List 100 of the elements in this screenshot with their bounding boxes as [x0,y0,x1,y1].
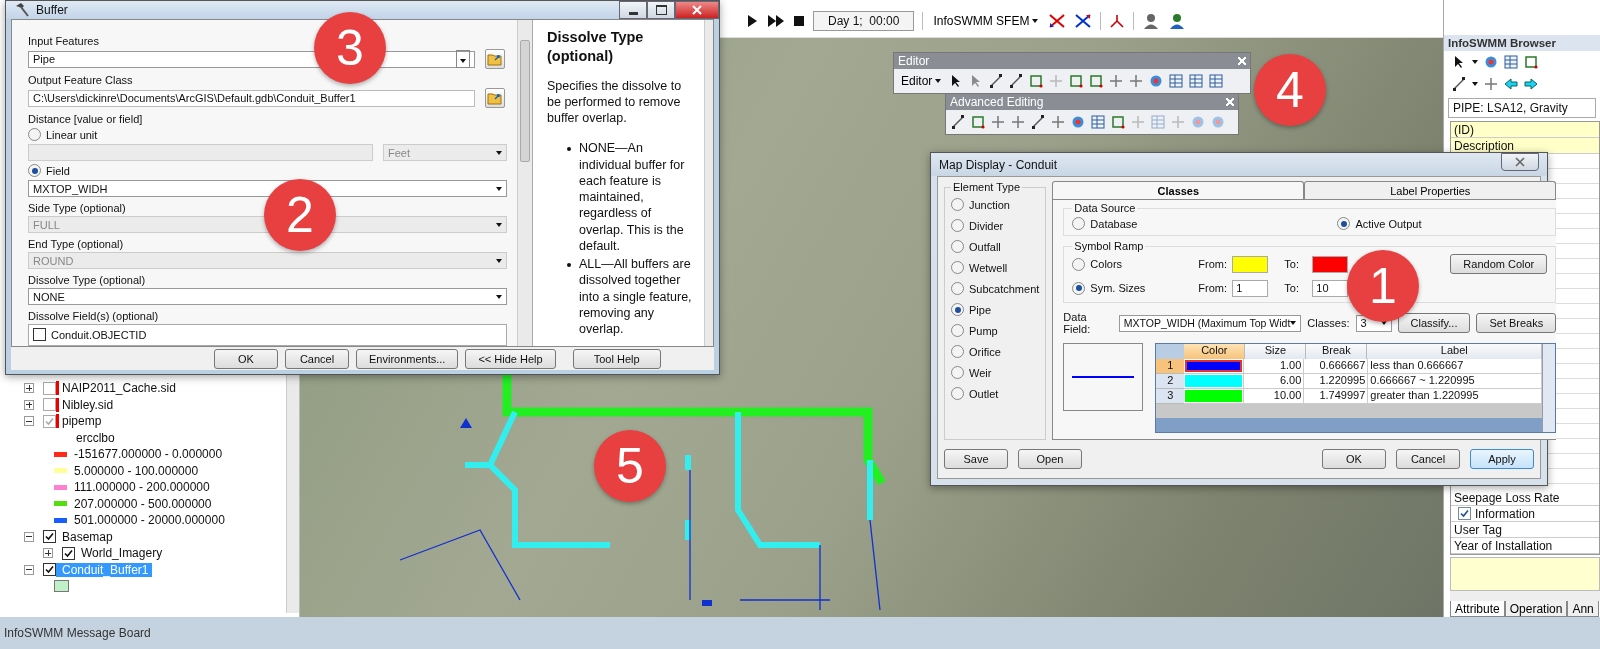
line-icon[interactable] [951,115,965,129]
table-icon[interactable] [1169,74,1184,88]
layer-name[interactable]: pipemp [56,414,105,429]
dialog-button[interactable]: OK [1322,449,1386,469]
radio-button[interactable] [951,282,964,295]
radio-button[interactable] [951,240,964,253]
color-swatch[interactable] [1185,375,1243,387]
tab[interactable]: Label Properties [1304,181,1557,199]
person-icon[interactable] [1142,11,1161,30]
column-header[interactable]: Size [1245,344,1307,359]
cross-icon[interactable] [1129,74,1144,88]
checkbox[interactable] [43,530,56,544]
set-breaks-button[interactable]: Set Breaks [1476,313,1557,333]
tab[interactable]: Attribute [1450,601,1505,617]
scrollbar[interactable] [1450,591,1600,601]
line-icon[interactable] [989,74,1004,88]
browse-button[interactable] [485,88,505,108]
property-row[interactable]: Seepage Loss Rate [1451,490,1599,506]
classify-button[interactable]: Classify... [1397,313,1471,333]
caret-icon[interactable] [1472,82,1478,86]
circle-icon[interactable] [1484,55,1498,69]
cross-icon[interactable] [1051,115,1065,129]
polygon-icon[interactable] [1069,74,1084,88]
radio-button[interactable] [951,198,964,211]
radio-button[interactable] [951,219,964,232]
polygon-icon[interactable] [971,115,985,129]
color-swatch[interactable] [1312,255,1349,273]
right-arrow-icon[interactable] [1524,78,1538,90]
radio-button[interactable] [1072,217,1086,230]
browse-button[interactable] [485,49,505,69]
line-icon[interactable] [1009,74,1024,88]
circle-icon[interactable] [1149,74,1164,88]
checkbox[interactable] [1458,507,1471,520]
dialog-button[interactable]: Apply [1470,449,1534,469]
expand-icon[interactable] [43,548,53,559]
size-field[interactable]: 10 [1312,279,1349,297]
column-header[interactable]: Color [1184,344,1246,359]
property-row[interactable]: User Tag [1451,522,1599,538]
polygon-icon[interactable] [1029,74,1044,88]
radio-button[interactable] [951,387,964,400]
radio-button[interactable] [1337,217,1351,230]
tab[interactable]: Operation [1504,601,1568,617]
object-field[interactable]: PIPE: LSA12, Gravity [1448,98,1596,118]
dialog-button[interactable]: Cancel [1396,449,1460,469]
dialog-button[interactable]: Open [1018,449,1082,469]
layer-name[interactable]: NAIP2011_Cache.sid [56,381,179,396]
cross-icon[interactable] [1109,74,1124,88]
size-field[interactable]: 1 [1232,279,1269,297]
collapse-icon[interactable] [24,531,34,542]
data-field-dropdown[interactable]: MXTOP_WIDH (Maximum Top Widt [1118,314,1302,332]
close-button[interactable] [1501,153,1539,171]
polygon-icon[interactable] [1089,74,1104,88]
dropdown[interactable]: MXTOP_WIDH [28,180,507,197]
checkbox[interactable] [62,546,75,560]
dialog-button[interactable]: Environments... [356,348,459,369]
radio-button[interactable] [1072,281,1086,295]
editor-menu[interactable]: Editor [899,73,944,89]
color-swatch[interactable] [1185,360,1243,372]
scrollbar[interactable] [704,20,713,346]
left-arrow-icon[interactable] [1504,78,1518,90]
radio-button[interactable] [1072,257,1086,271]
crossed-arrows-icon[interactable] [1048,12,1067,29]
polygon-icon[interactable] [1111,115,1125,129]
network-icon[interactable] [1109,12,1126,29]
random-color-button[interactable]: Random Color [1450,254,1548,274]
radio-button[interactable] [28,128,41,141]
collapse-icon[interactable] [24,416,34,427]
column-header[interactable]: Label [1367,344,1543,359]
color-swatch[interactable] [1232,255,1269,273]
layer-name[interactable]: World_Imagery [75,546,166,561]
caret-icon[interactable] [1472,60,1478,64]
dialog-button[interactable]: << Hide Help [465,348,556,369]
property-row[interactable]: Year of Installation [1451,538,1599,554]
color-swatch[interactable] [1185,390,1243,402]
checkbox[interactable] [43,398,56,412]
table-icon[interactable] [1091,115,1105,129]
table-icon[interactable] [1189,74,1204,88]
tab[interactable]: Ann [1567,601,1599,617]
table-icon[interactable] [1209,74,1224,88]
property-row[interactable]: Description [1451,138,1599,154]
checkbox[interactable] [43,563,56,577]
expand-icon[interactable] [24,383,34,394]
radio-button[interactable] [28,164,41,177]
scrollbar[interactable] [286,375,299,613]
line-icon[interactable] [1452,77,1466,91]
time-field[interactable]: Day 1; 00:00 [813,10,915,31]
tab[interactable]: Classes [1052,181,1305,199]
scrollbar[interactable] [1156,418,1543,432]
collapse-icon[interactable] [24,564,34,575]
fast-forward-icon[interactable] [767,13,785,28]
scrollbar[interactable] [1542,344,1556,432]
maximize-button[interactable] [647,1,675,19]
dialog-button[interactable]: Save [944,449,1008,469]
layer-name[interactable]: Basemap [56,529,116,544]
radio-button[interactable] [951,366,964,379]
row-header[interactable]: 2 [1156,374,1185,389]
radio-button[interactable] [951,303,964,316]
dialog-button[interactable]: Cancel [285,348,349,369]
stop-icon[interactable] [793,14,805,27]
expand-icon[interactable] [24,399,34,410]
